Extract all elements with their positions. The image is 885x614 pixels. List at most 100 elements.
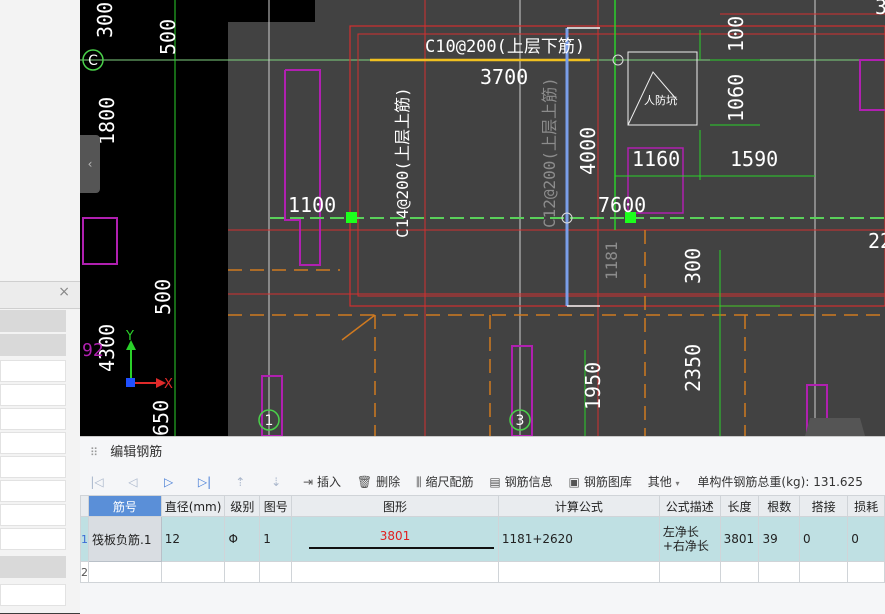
- formula-desc-cell[interactable]: 左净长+右净长: [658, 516, 721, 562]
- magenta-column: [859, 59, 885, 111]
- dim-text: 3700: [480, 65, 528, 89]
- row-number: 2: [80, 561, 89, 583]
- dim-text: 500: [151, 279, 175, 315]
- ucs-x-label: X: [164, 377, 173, 392]
- dim-text: 92: [82, 340, 104, 361]
- dim-text: 2350: [681, 344, 705, 392]
- total-weight: 单构件钢筋总重(kg): 131.625: [697, 475, 863, 489]
- orange-dashed: [341, 314, 376, 341]
- dim-text: 100: [724, 16, 748, 52]
- empty-cell[interactable]: [847, 561, 885, 583]
- left-panel: ×: [0, 0, 81, 613]
- list-item[interactable]: [0, 528, 66, 550]
- col-header[interactable]: 图号: [259, 495, 293, 517]
- rebar-info-button[interactable]: ▤ 钢筋信息: [489, 469, 552, 495]
- magenta-column: [284, 69, 321, 266]
- empty-cell[interactable]: [160, 561, 226, 583]
- col-header[interactable]: 公式描述: [658, 495, 721, 517]
- empty-cell[interactable]: [224, 561, 261, 583]
- next-icon[interactable]: ▷: [160, 469, 178, 495]
- dim-text: 500: [156, 19, 180, 55]
- grip-icon[interactable]: ⠿: [90, 446, 98, 459]
- dim-text: 300: [93, 2, 117, 38]
- cad-canvas[interactable]: C 1 3 300 500 1800 500 4300 650 3700 110…: [80, 0, 885, 436]
- rebar-name-cell[interactable]: 筏板负筋.1: [88, 516, 162, 562]
- pit-label: 人防坑: [644, 93, 677, 107]
- col-header[interactable]: 搭接: [799, 495, 849, 517]
- scale-rebar-button[interactable]: ⫼ 缩尺配筋: [416, 469, 474, 495]
- dim-text: 7600: [598, 193, 646, 217]
- collapse-tab[interactable]: ‹: [80, 135, 100, 193]
- panel-title-bar[interactable]: ⠿ 编辑钢筋: [80, 437, 885, 469]
- col-header[interactable]: 级别: [224, 495, 261, 517]
- pit-box: [627, 51, 698, 126]
- figure-no-cell[interactable]: 1: [259, 516, 293, 562]
- col-header[interactable]: 根数: [758, 495, 801, 517]
- col-header[interactable]: 损耗: [847, 495, 885, 517]
- dim-text: 3: [875, 0, 885, 19]
- collapse-handle[interactable]: [805, 418, 865, 436]
- col-header[interactable]: 长度: [719, 495, 760, 517]
- empty-cell[interactable]: [658, 561, 721, 583]
- diameter-cell[interactable]: 12: [160, 516, 226, 562]
- grip-point[interactable]: [346, 212, 357, 223]
- ucs-origin: [126, 378, 135, 387]
- empty-cell[interactable]: [758, 561, 801, 583]
- list-item[interactable]: [0, 504, 66, 526]
- red-outline-inner: [357, 33, 885, 297]
- lap-cell[interactable]: 0: [799, 516, 849, 562]
- other-dropdown[interactable]: 其他 ▾: [648, 469, 680, 497]
- dim-text: 1100: [288, 193, 336, 217]
- empty-cell[interactable]: [799, 561, 849, 583]
- length-cell[interactable]: 3801: [719, 516, 760, 562]
- dim-text: 1060: [724, 74, 748, 122]
- table-row[interactable]: 1 筏板负筋.1 12 Φ 1 3801 1181+2620 左净长+右净长 3…: [80, 516, 885, 562]
- col-header[interactable]: 直径(mm): [160, 495, 226, 517]
- loss-cell[interactable]: 0: [847, 516, 885, 562]
- last-icon[interactable]: ▷|: [195, 469, 213, 495]
- list-item[interactable]: [0, 556, 66, 578]
- move-down-icon[interactable]: ⇣: [267, 469, 285, 495]
- col-header[interactable]: 筋号: [88, 495, 162, 517]
- delete-button[interactable]: 🗑 删除: [357, 469, 400, 495]
- close-icon[interactable]: ×: [58, 284, 70, 300]
- formula-cell[interactable]: 1181+2620: [497, 516, 660, 562]
- info-icon: ▤: [489, 475, 501, 489]
- rebar-table: 筋号 直径(mm) 级别 图号 图形 计算公式 公式描述 长度 根数 搭接 损耗…: [80, 495, 885, 583]
- list-item[interactable]: [0, 408, 66, 430]
- move-up-icon[interactable]: ⇡: [231, 469, 249, 495]
- empty-cell[interactable]: [719, 561, 760, 583]
- count-cell[interactable]: 39: [758, 516, 801, 562]
- chevron-down-icon: ▾: [675, 479, 680, 488]
- insert-button[interactable]: ⇥ 插入: [303, 469, 341, 495]
- dim-text: 1160: [632, 147, 680, 171]
- list-item[interactable]: [0, 360, 66, 382]
- list-item[interactable]: [0, 310, 66, 332]
- cad-drawing[interactable]: C 1 3 300 500 1800 500 4300 650 3700 110…: [80, 0, 885, 436]
- row-header-corner: [80, 495, 89, 517]
- first-icon[interactable]: |◁: [88, 469, 106, 495]
- list-item[interactable]: [0, 584, 66, 606]
- dim-text: 650: [149, 400, 173, 436]
- empty-cell[interactable]: [88, 561, 162, 583]
- list-item[interactable]: [0, 432, 66, 454]
- list-item[interactable]: [0, 384, 66, 406]
- shape-value: 3801: [379, 529, 411, 543]
- shape-cell[interactable]: 3801: [291, 516, 499, 562]
- grade-cell[interactable]: Φ: [224, 516, 261, 562]
- prev-icon[interactable]: ◁: [124, 469, 142, 495]
- edit-rebar-panel: ⠿ 编辑钢筋 |◁ ◁ ▷ ▷| ⇡ ⇣ ⇥ 插入 🗑 删除 ⫼ 缩尺配筋 ▤ 钢筋信息…: [80, 436, 885, 614]
- rebar-library-button[interactable]: ▣ 钢筋图库: [569, 469, 632, 495]
- dim-text: 1950: [581, 362, 605, 410]
- axis-label: 3: [516, 413, 525, 429]
- empty-cell[interactable]: [291, 561, 499, 583]
- list-item[interactable]: [0, 456, 66, 478]
- col-header[interactable]: 计算公式: [497, 495, 660, 517]
- list-item[interactable]: [0, 334, 66, 356]
- empty-cell[interactable]: [497, 561, 660, 583]
- list-item[interactable]: [0, 480, 66, 502]
- col-header[interactable]: 图形: [291, 495, 499, 517]
- empty-cell[interactable]: [259, 561, 293, 583]
- toolbar: |◁ ◁ ▷ ▷| ⇡ ⇣ ⇥ 插入 🗑 删除 ⫼ 缩尺配筋 ▤ 钢筋信息 ▣ 钢筋图库 …: [80, 469, 885, 496]
- table-row[interactable]: 2: [80, 561, 885, 583]
